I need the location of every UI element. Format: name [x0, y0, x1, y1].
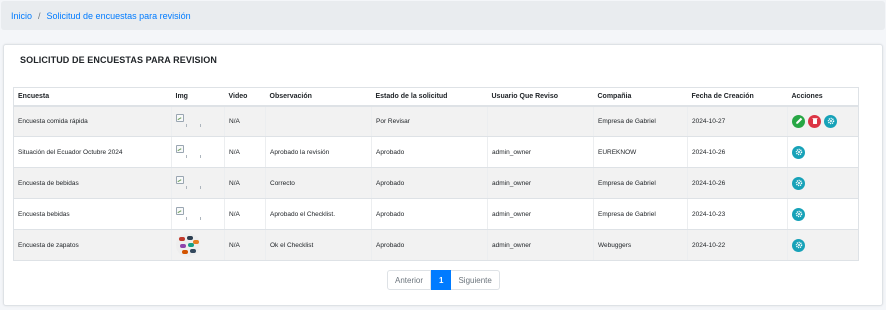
settings-button[interactable] [792, 238, 805, 252]
table-container: Encuesta Img Video Observación Estado de… [13, 87, 859, 261]
settings-button[interactable] [824, 114, 837, 128]
gear-icon [795, 148, 802, 156]
gear-icon [795, 210, 802, 218]
cell-video: N/A [224, 198, 266, 230]
table-row: Encuesta comida rápida N/A Por Revisar E… [13, 105, 859, 137]
table-header-row: Encuesta Img Video Observación Estado de… [13, 87, 859, 107]
cell-acciones [787, 229, 859, 261]
cell-estado: Aprobado [371, 229, 488, 261]
cell-observacion: Aprobado el Checklist. [265, 198, 372, 230]
pagination-prev-button[interactable]: Anterior [387, 270, 432, 290]
gear-icon [795, 179, 802, 187]
gear-icon [795, 241, 802, 249]
cell-img [171, 229, 225, 261]
header-compania[interactable]: Compañia [593, 87, 688, 107]
edit-button[interactable] [792, 114, 805, 128]
cell-estado: Por Revisar [371, 105, 488, 137]
table-row: Encuesta de bebidas N/A Correcto Aprobad… [13, 167, 859, 199]
header-acciones: Acciones [787, 87, 859, 107]
broken-image-icon [176, 207, 201, 221]
pencil-icon [795, 118, 802, 124]
cell-img [171, 136, 225, 168]
broken-image-icon [176, 114, 201, 128]
cell-acciones [787, 105, 859, 137]
breadcrumb-current-link[interactable]: Solicitud de encuestas para revisión [47, 11, 191, 21]
header-video[interactable]: Video [224, 87, 266, 107]
cell-img [171, 167, 225, 199]
cell-encuesta: Encuesta de zapatos [13, 229, 172, 261]
cell-fecha: 2024-10-22 [687, 229, 788, 261]
cell-usuario: admin_owner [487, 229, 594, 261]
cell-observacion: Ok el Checklist [265, 229, 372, 261]
breadcrumb: Inicio / Solicitud de encuestas para rev… [1, 1, 885, 30]
cell-video: N/A [224, 105, 266, 137]
cell-video: N/A [224, 229, 266, 261]
cell-estado: Aprobado [371, 136, 488, 168]
survey-requests-card: SOLICITUD DE ENCUESTAS PARA REVISION Enc… [3, 44, 883, 306]
cell-img [171, 105, 225, 137]
breadcrumb-home-link[interactable]: Inicio [11, 11, 32, 21]
cell-observacion [265, 105, 372, 137]
cell-compania: Webuggers [593, 229, 688, 261]
cell-encuesta: Encuesta de bebidas [13, 167, 172, 199]
cell-acciones [787, 136, 859, 168]
cell-video: N/A [224, 167, 266, 199]
gear-icon [827, 118, 834, 125]
shoes-thumbnail-image [176, 233, 200, 257]
settings-button[interactable] [792, 176, 805, 190]
settings-button[interactable] [792, 207, 805, 221]
pagination-next-button[interactable]: Siguiente [451, 270, 500, 290]
cell-acciones [787, 198, 859, 230]
cell-acciones [787, 167, 859, 199]
pagination: Anterior 1 Siguiente [387, 270, 500, 290]
cell-video: N/A [224, 136, 266, 168]
cell-usuario: admin_owner [487, 136, 594, 168]
cell-fecha: 2024-10-23 [687, 198, 788, 230]
cell-compania: Empresa de Gabriel [593, 105, 688, 137]
cell-usuario: admin_owner [487, 198, 594, 230]
header-fecha[interactable]: Fecha de Creación [687, 87, 788, 107]
header-estado[interactable]: Estado de la solicitud [371, 87, 488, 107]
cell-fecha: 2024-10-26 [687, 136, 788, 168]
survey-requests-table: Encuesta Img Video Observación Estado de… [13, 87, 859, 261]
breadcrumb-separator: / [38, 10, 41, 21]
cell-observacion: Correcto [265, 167, 372, 199]
broken-image-icon [176, 145, 201, 159]
cell-observacion: Aprobado la revisión [265, 136, 372, 168]
broken-image-icon [176, 176, 201, 190]
header-observacion[interactable]: Observación [265, 87, 372, 107]
cell-encuesta: Encuesta bebidas [13, 198, 172, 230]
cell-compania: Empresa de Gabriel [593, 167, 688, 199]
cell-fecha: 2024-10-27 [687, 105, 788, 137]
settings-button[interactable] [792, 145, 805, 159]
header-usuario[interactable]: Usuario Que Reviso [487, 87, 594, 107]
header-img[interactable]: Img [171, 87, 225, 107]
cell-img [171, 198, 225, 230]
table-row: Situación del Ecuador Octubre 2024 N/A A… [13, 136, 859, 168]
header-encuesta[interactable]: Encuesta [13, 87, 172, 107]
card-title: SOLICITUD DE ENCUESTAS PARA REVISION [20, 55, 217, 65]
cell-compania: Empresa de Gabriel [593, 198, 688, 230]
cell-usuario: admin_owner [487, 167, 594, 199]
pagination-page-1[interactable]: 1 [431, 270, 452, 290]
cell-encuesta: Encuesta comida rápida [13, 105, 172, 137]
cell-estado: Aprobado [371, 167, 488, 199]
cell-encuesta: Situación del Ecuador Octubre 2024 [13, 136, 172, 168]
table-row: Encuesta bebidas N/A Aprobado el Checkli… [13, 198, 859, 230]
trash-icon [812, 118, 817, 125]
delete-button[interactable] [808, 114, 821, 128]
cell-estado: Aprobado [371, 198, 488, 230]
cell-compania: EUREKNOW [593, 136, 688, 168]
cell-usuario [487, 105, 594, 137]
cell-fecha: 2024-10-26 [687, 167, 788, 199]
table-row: Encuesta de zapatos N/A Ok el Checklist … [13, 229, 859, 261]
